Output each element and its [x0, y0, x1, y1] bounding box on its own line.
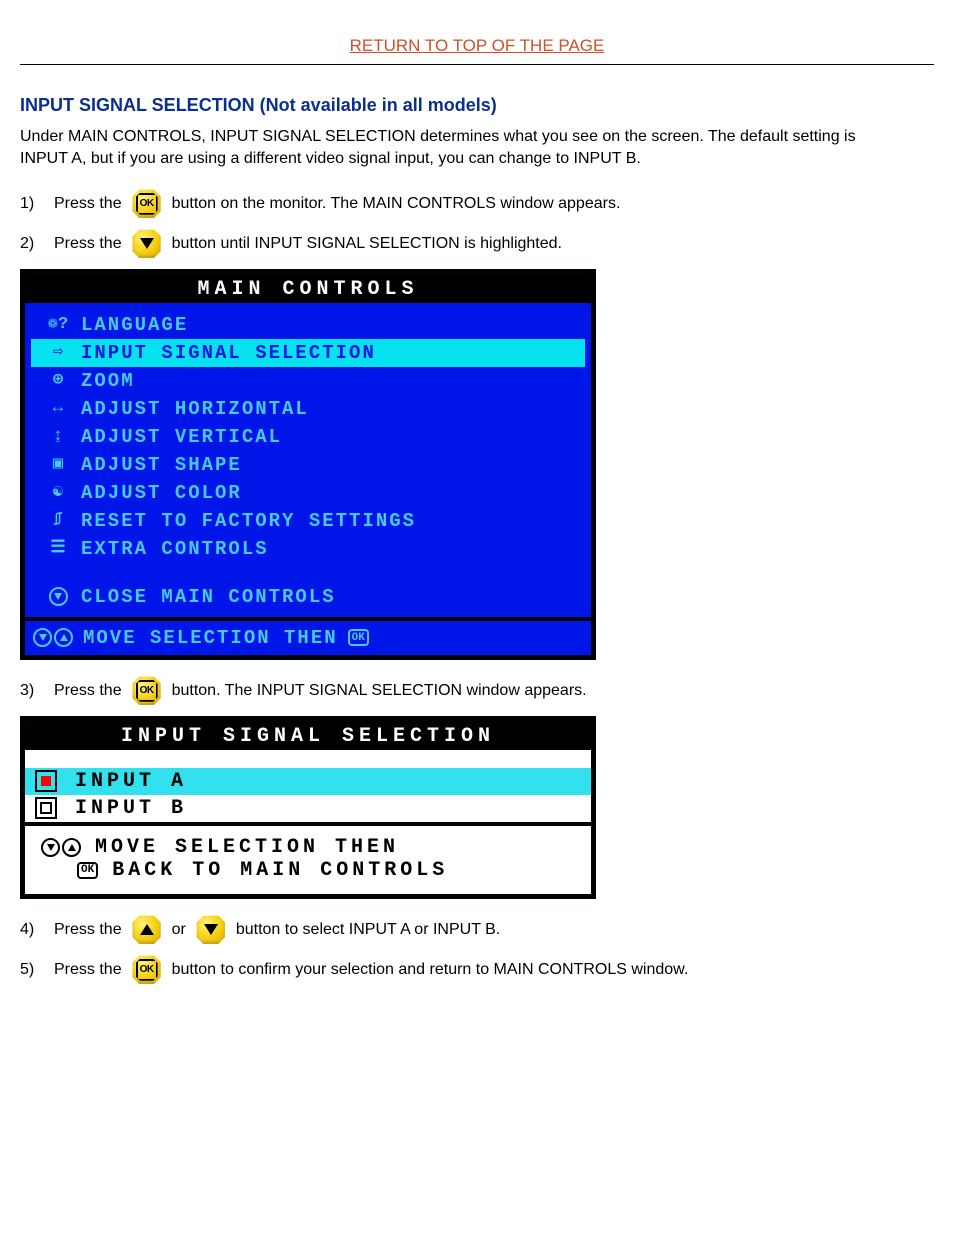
step-number: 5) — [20, 961, 44, 979]
main-controls-row: ⊕ZOOM — [31, 367, 585, 395]
step-3: 3) Press the OK button. The INPUT SIGNAL… — [20, 676, 934, 706]
ok-icon: OK — [77, 862, 98, 879]
step-number: 1) — [20, 195, 44, 213]
footer-line2: BACK TO MAIN CONTROLS — [112, 859, 448, 882]
input-b-label: INPUT B — [75, 797, 187, 820]
ok-button-icon: OK — [132, 189, 162, 219]
step-number: 4) — [20, 921, 44, 939]
return-top-anchor[interactable]: RETURN TO TOP OF THE PAGE — [350, 36, 605, 55]
step-number: 2) — [20, 235, 44, 253]
step-text-post: button. The INPUT SIGNAL SELECTION windo… — [172, 682, 587, 700]
step-text-post: button to select INPUT A or INPUT B. — [236, 921, 500, 939]
intro-text: Under MAIN CONTROLS, INPUT SIGNAL SELECT… — [20, 126, 900, 171]
main-controls-label: ZOOM — [81, 367, 581, 395]
up-down-icon — [33, 628, 73, 647]
input-signal-osd: INPUT SIGNAL SELECTION INPUT A INPUT B M… — [20, 716, 596, 899]
step-text-mid: or — [172, 921, 186, 939]
osd-title: INPUT SIGNAL SELECTION — [25, 721, 591, 750]
zoom-icon: ⊕ — [35, 367, 81, 395]
step-number: 3) — [20, 682, 44, 700]
factory-reset-icon: ⎎ — [35, 507, 81, 535]
main-controls-row: ☯ADJUST COLOR — [31, 479, 585, 507]
footer-line1: MOVE SELECTION THEN — [95, 836, 399, 859]
main-controls-row: ☰EXTRA CONTROLS — [31, 535, 585, 563]
main-controls-label: ADJUST COLOR — [81, 479, 581, 507]
step-4: 4) Press the or button to select INPUT A… — [20, 915, 934, 945]
down-button-icon — [196, 915, 226, 945]
down-button-icon — [132, 229, 162, 259]
adjust-horizontal-icon: ↔ — [35, 395, 81, 423]
main-controls-row: ↔ADJUST HORIZONTAL — [31, 395, 585, 423]
main-controls-label: ADJUST VERTICAL — [81, 423, 581, 451]
main-controls-row: ▣ADJUST SHAPE — [31, 451, 585, 479]
osd-footer-text: MOVE SELECTION THEN — [83, 627, 338, 649]
close-main-controls-label: CLOSE MAIN CONTROLS — [81, 583, 581, 611]
step-5: 5) Press the OK button to confirm your s… — [20, 955, 934, 985]
divider — [20, 64, 934, 65]
ok-button-icon: OK — [132, 676, 162, 706]
main-controls-row: ❁?LANGUAGE — [31, 311, 585, 339]
radio-selected-icon — [35, 770, 57, 792]
input-a-row: INPUT A — [25, 768, 591, 795]
main-controls-label: ADJUST SHAPE — [81, 451, 581, 479]
ok-button-icon: OK — [132, 955, 162, 985]
step-text-pre: Press the — [54, 195, 122, 213]
adjust-vertical-icon: ↨ — [35, 423, 81, 451]
main-controls-label: EXTRA CONTROLS — [81, 535, 581, 563]
language-icon: ❁? — [35, 311, 81, 339]
main-controls-row: ⇨INPUT SIGNAL SELECTION — [31, 339, 585, 367]
main-controls-label: ADJUST HORIZONTAL — [81, 395, 581, 423]
osd-title: MAIN CONTROLS — [25, 274, 591, 303]
section-title: INPUT SIGNAL SELECTION (Not available in… — [20, 95, 934, 116]
main-controls-osd: MAIN CONTROLS ❁?LANGUAGE⇨INPUT SIGNAL SE… — [20, 269, 596, 660]
main-controls-row: ⎎RESET TO FACTORY SETTINGS — [31, 507, 585, 535]
adjust-color-icon: ☯ — [35, 479, 81, 507]
return-top-link: RETURN TO TOP OF THE PAGE — [20, 36, 934, 56]
step-text-pre: Press the — [54, 961, 122, 979]
main-controls-row: ↨ADJUST VERTICAL — [31, 423, 585, 451]
osd-footer: MOVE SELECTION THEN OK — [25, 617, 591, 655]
input-b-row: INPUT B — [25, 795, 591, 822]
step-text-post: button to confirm your selection and ret… — [172, 961, 689, 979]
main-controls-label: LANGUAGE — [81, 311, 581, 339]
adjust-shape-icon: ▣ — [35, 451, 81, 479]
step-text-post: button on the monitor. The MAIN CONTROLS… — [172, 195, 621, 213]
step-text-pre: Press the — [54, 235, 122, 253]
up-button-icon — [132, 915, 162, 945]
radio-unselected-icon — [35, 797, 57, 819]
main-controls-label: RESET TO FACTORY SETTINGS — [81, 507, 581, 535]
close-main-controls-row: CLOSE MAIN CONTROLS — [31, 583, 585, 611]
extra-controls-icon: ☰ — [35, 535, 81, 563]
up-down-icon — [41, 838, 81, 857]
osd-footer: MOVE SELECTION THEN OK BACK TO MAIN CONT… — [25, 822, 591, 894]
ok-icon: OK — [348, 629, 369, 646]
step-text-pre: Press the — [54, 682, 122, 700]
step-text-pre: Press the — [54, 921, 122, 939]
main-controls-label: INPUT SIGNAL SELECTION — [81, 339, 581, 367]
step-text-post: button until INPUT SIGNAL SELECTION is h… — [172, 235, 562, 253]
step-1: 1) Press the OK button on the monitor. T… — [20, 189, 934, 219]
input-signal-icon: ⇨ — [35, 339, 81, 367]
close-down-icon — [35, 587, 81, 606]
step-2: 2) Press the button until INPUT SIGNAL S… — [20, 229, 934, 259]
input-a-label: INPUT A — [75, 770, 187, 793]
